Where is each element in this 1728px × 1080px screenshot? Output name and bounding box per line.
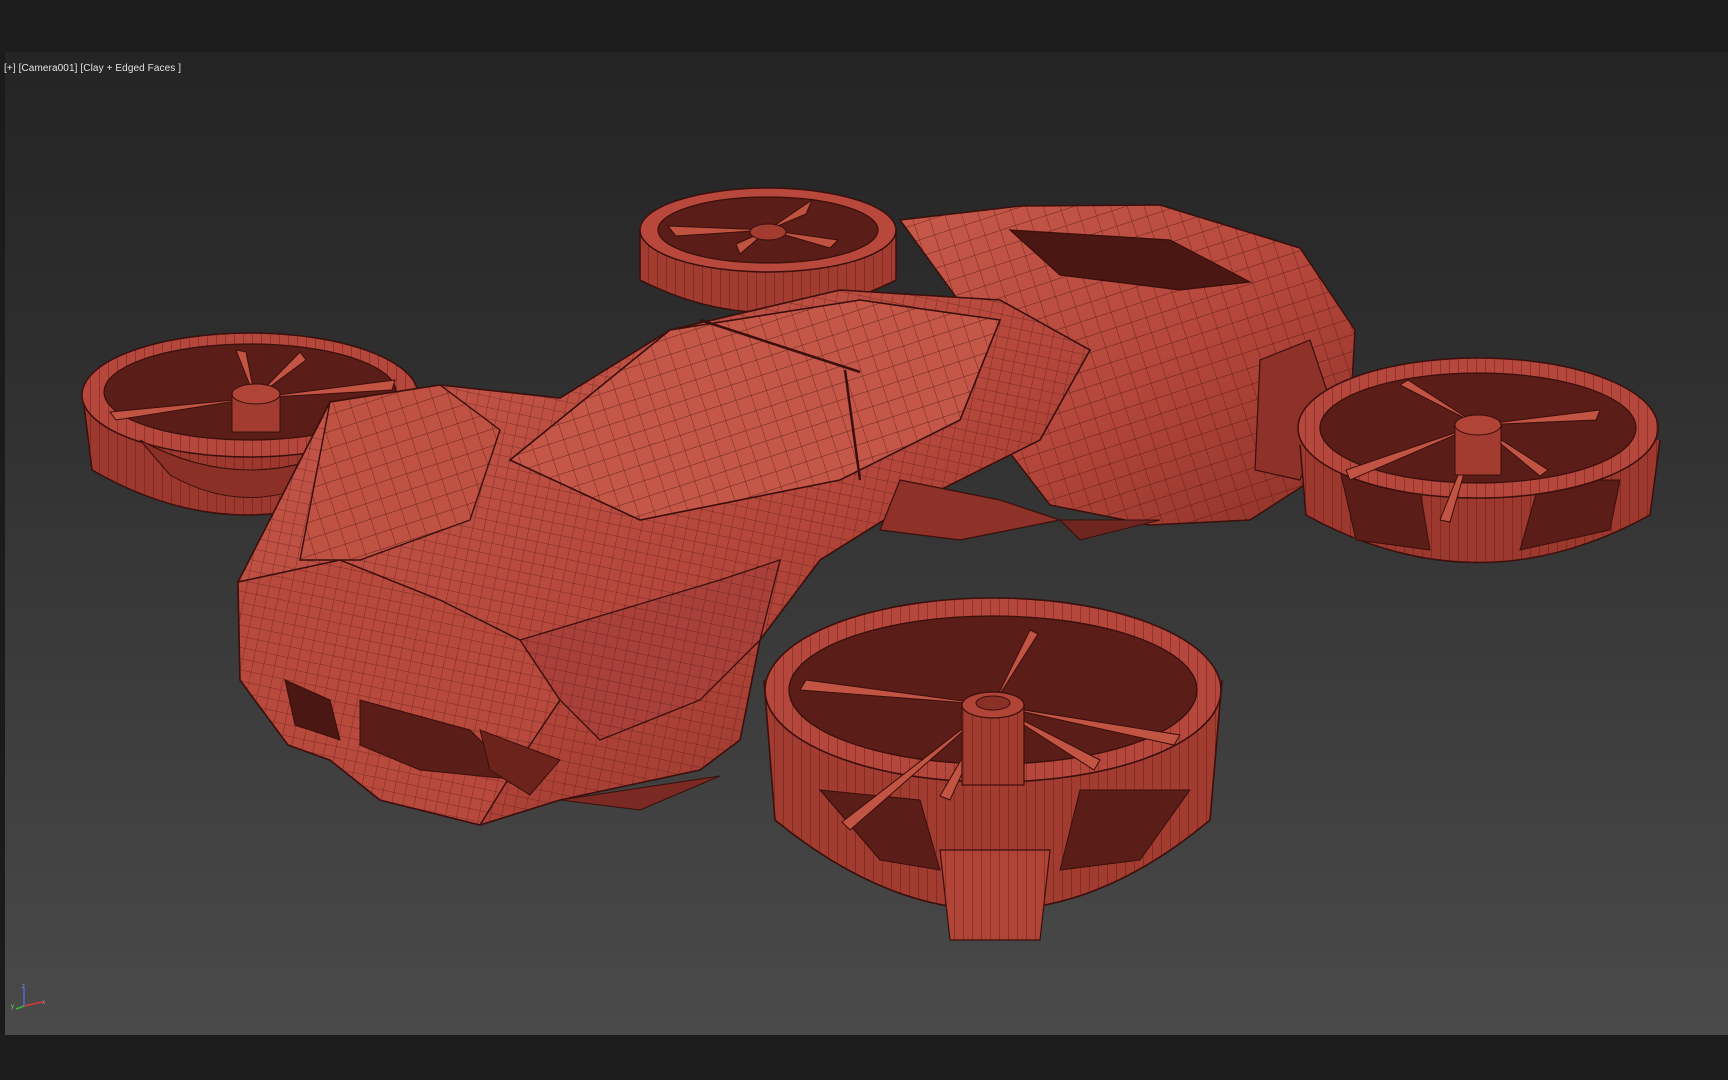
viewport-camera-menu[interactable]: [Camera001] bbox=[19, 63, 78, 74]
axis-y-label: y bbox=[11, 1004, 14, 1010]
viewport-label-menu[interactable]: [+] [Camera001] [Clay + Edged Faces ] bbox=[4, 63, 181, 74]
viewport-plus-menu[interactable]: [+] bbox=[4, 63, 16, 74]
rotor-front bbox=[763, 597, 1223, 941]
rotor-right bbox=[1297, 357, 1661, 564]
viewport-shading-menu[interactable]: [Clay + Edged Faces ] bbox=[80, 63, 181, 74]
axis-x-label: x bbox=[42, 1000, 45, 1006]
axis-z-label: z bbox=[22, 984, 25, 990]
vehicle-model[interactable] bbox=[0, 0, 1728, 1080]
axis-tripod-icon: z y x bbox=[11, 984, 45, 1010]
